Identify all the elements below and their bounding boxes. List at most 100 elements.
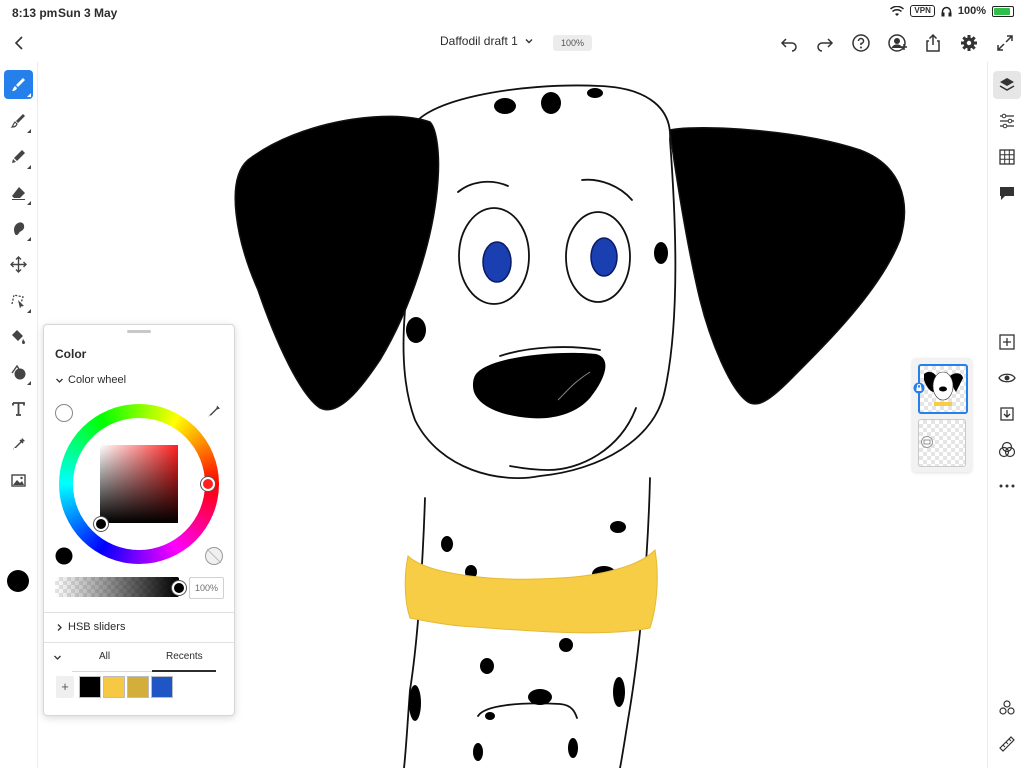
wifi-icon [890,5,905,16]
chevron-down-icon[interactable] [53,653,62,662]
add-swatch-button[interactable]: + [56,676,74,698]
color-panel: Color Color wheel 100% HSB sliders All R… [43,324,235,716]
eyedropper-tool[interactable] [4,430,33,459]
invite-icon[interactable] [886,32,908,54]
paint-bucket-icon [12,330,25,344]
hsb-sliders-toggle[interactable]: HSB sliders [55,621,125,633]
back-icon[interactable] [8,32,30,54]
right-toolbar [987,62,1024,768]
battery-percent: 100% [957,5,986,17]
layer-lock-icon [913,382,925,394]
live-brush-tool[interactable] [4,106,33,135]
document-title: Daffodil draft 1 [440,34,518,48]
divider [44,642,234,643]
more-options-button[interactable] [993,472,1021,500]
headphones-icon [941,6,952,16]
share-layers-button[interactable] [993,694,1021,722]
ruler-icon [999,736,1015,752]
add-layer-button[interactable] [993,328,1021,356]
pixel-brush-tool[interactable] [4,70,33,99]
fill-tool[interactable] [4,322,33,351]
zoom-level[interactable]: 100% [553,35,593,51]
visibility-button[interactable] [993,364,1021,392]
clock: 8:13 pm [12,6,58,20]
vector-brush-tool[interactable] [4,142,33,171]
blend-mode-button[interactable] [993,436,1021,464]
status-indicators: VPN 100% [890,5,1014,17]
text-tool[interactable] [4,394,33,423]
comments-button[interactable] [993,179,1021,207]
status-bar: 8:13 pm Sun 3 May VPN 100% [0,0,1024,24]
layer-preview-image [924,371,963,406]
image-layer-icon [921,436,933,448]
layers-icon [999,78,1015,91]
tool-options-indicator [27,237,31,241]
smudge-icon [14,222,25,236]
shape-tool[interactable] [4,358,33,387]
image-tool[interactable] [4,466,33,495]
layers-button[interactable] [993,71,1021,99]
recent-swatch[interactable] [127,676,149,698]
panel-title: Color [55,347,87,361]
hue-handle[interactable] [201,477,215,491]
foreground-color-swatch[interactable] [54,546,74,566]
chevron-right-icon [57,623,62,631]
undo-icon[interactable] [778,32,800,54]
selection-tool[interactable] [4,286,33,315]
opacity-handle[interactable] [172,581,186,595]
color-wheel-label: Color wheel [68,374,127,386]
merge-down-button[interactable] [993,400,1021,428]
recent-swatch[interactable] [103,676,125,698]
date: Sun 3 May [58,6,118,20]
tab-all[interactable]: All [99,651,110,662]
share-icon[interactable] [922,32,944,54]
share-layers-icon [999,700,1015,715]
shape-icon [11,364,26,380]
eyedropper-icon[interactable] [206,404,222,420]
comments-icon [1000,187,1014,200]
move-tool[interactable] [4,250,33,279]
tool-options-indicator [27,93,31,97]
grid-icon [999,149,1015,165]
text-icon [12,402,25,416]
current-color-swatch[interactable] [7,570,29,592]
merge-down-icon [1000,407,1014,421]
tool-options-indicator [27,381,31,385]
left-toolbar [0,62,38,768]
blend-icon [998,441,1016,458]
properties-button[interactable] [993,107,1021,135]
divider [44,612,234,613]
image-icon [11,474,26,487]
tool-options-indicator [27,201,31,205]
document-title-button[interactable]: Daffodil draft 1 [440,34,534,48]
redo-icon[interactable] [814,32,836,54]
saturation-brightness-square[interactable] [100,445,178,523]
smudge-tool[interactable] [4,214,33,243]
eraser-tool[interactable] [4,178,33,207]
active-tab-indicator [152,670,216,672]
tab-recents[interactable]: Recents [166,651,203,662]
settings-icon[interactable] [958,32,980,54]
help-icon[interactable] [850,32,872,54]
chevron-down-icon [525,39,533,44]
battery-icon [992,5,1014,17]
more-icon [999,484,1015,488]
opacity-value[interactable]: 100% [189,577,224,599]
layer-thumbnail-image[interactable] [918,419,966,467]
top-bar: Daffodil draft 1 100% [0,24,1024,62]
ruler-button[interactable] [993,730,1021,758]
tool-options-indicator [27,309,31,313]
recent-swatch[interactable] [79,676,101,698]
opacity-slider[interactable] [55,577,179,597]
background-color-swatch[interactable] [204,546,224,566]
grid-button[interactable] [993,143,1021,171]
panel-drag-handle[interactable] [127,330,151,333]
tool-options-indicator [27,165,31,169]
properties-icon [1000,113,1014,129]
foreground-swatch-outline[interactable] [54,403,74,423]
layer-thumbnail-drawing[interactable] [918,364,968,414]
color-wheel-toggle[interactable]: Color wheel [55,374,126,386]
recent-swatch[interactable] [151,676,173,698]
fullscreen-icon[interactable] [994,32,1016,54]
color-picker-handle[interactable] [94,517,108,531]
